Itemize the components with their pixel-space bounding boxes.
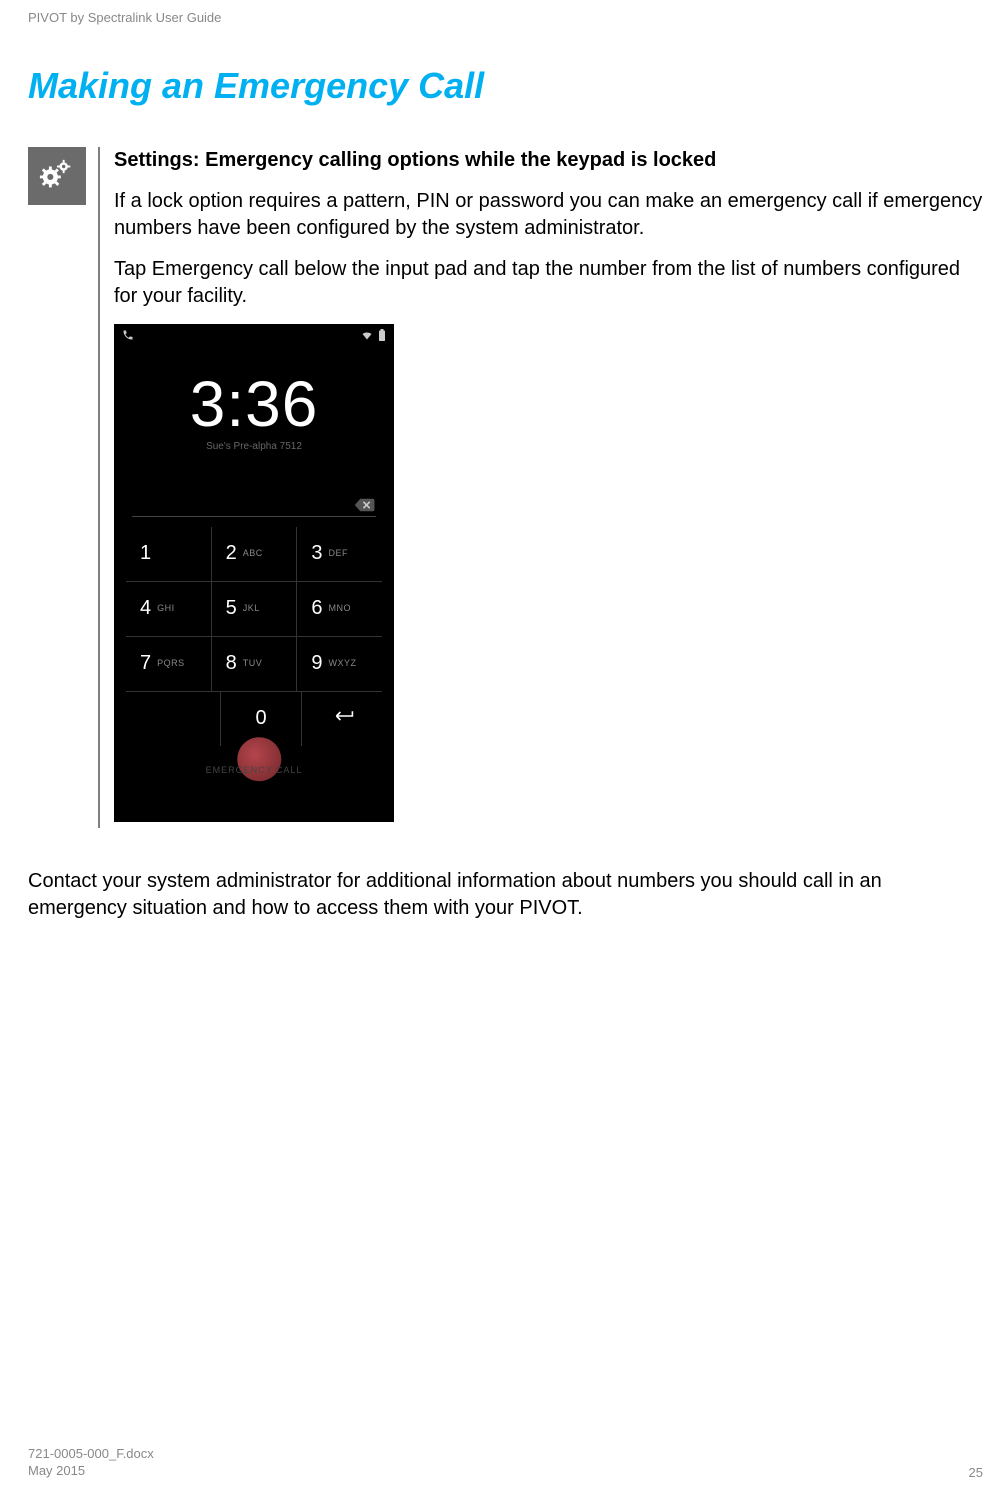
settings-callout: Settings: Emergency calling options whil… (28, 147, 983, 828)
footer-left: 721-0005-000_F.docx May 2015 (28, 1446, 154, 1480)
callout-body: Settings: Emergency calling options whil… (114, 147, 983, 828)
emergency-call-label: EMERGENCY CALL (206, 764, 303, 776)
keypad-key-2[interactable]: 2ABC (212, 527, 298, 581)
phone-handset-icon (122, 324, 134, 349)
clock-time: 3:36 (114, 372, 394, 436)
keypad-key-7[interactable]: 7PQRS (126, 637, 212, 691)
callout-paragraph-2: Tap Emergency call below the input pad a… (114, 256, 983, 310)
page-footer: 721-0005-000_F.docx May 2015 25 (28, 1446, 983, 1480)
pin-keypad: 1 2ABC 3DEF 4GHI 5JKL 6MNO 7PQRS 8TUV 9W… (126, 527, 382, 746)
device-label: Sue's Pre-alpha 7512 (114, 440, 394, 454)
keypad-key-blank (126, 692, 221, 746)
enter-icon (330, 705, 354, 732)
phone-status-bar (114, 324, 394, 346)
callout-divider (98, 147, 100, 828)
body-paragraph: Contact your system administrator for ad… (28, 868, 983, 922)
callout-heading: Settings: Emergency calling options whil… (114, 147, 983, 174)
keypad-key-5[interactable]: 5JKL (212, 582, 298, 636)
gear-icon (28, 147, 86, 205)
page: PIVOT by Spectralink User Guide Making a… (0, 0, 1003, 1496)
footer-date: May 2015 (28, 1463, 154, 1480)
keypad-key-9[interactable]: 9WXYZ (297, 637, 382, 691)
keypad-key-enter[interactable] (302, 692, 382, 746)
keypad-key-1[interactable]: 1 (126, 527, 212, 581)
keypad-key-3[interactable]: 3DEF (297, 527, 382, 581)
phone-screenshot: 3:36 Sue's Pre-alpha 7512 1 2ABC 3DEF (114, 324, 394, 822)
lock-screen-clock: 3:36 Sue's Pre-alpha 7512 (114, 346, 394, 454)
keypad-key-6[interactable]: 6MNO (297, 582, 382, 636)
pin-input-field[interactable] (132, 476, 376, 517)
backspace-icon[interactable] (354, 494, 376, 510)
keypad-key-4[interactable]: 4GHI (126, 582, 212, 636)
callout-paragraph-1: If a lock option requires a pattern, PIN… (114, 188, 983, 242)
wifi-icon (360, 324, 374, 349)
emergency-call-button[interactable]: EMERGENCY CALL (114, 746, 394, 796)
page-title: Making an Emergency Call (28, 65, 983, 107)
callout-icon-cell (28, 147, 98, 828)
keypad-key-8[interactable]: 8TUV (212, 637, 298, 691)
running-header: PIVOT by Spectralink User Guide (28, 10, 983, 25)
footer-filename: 721-0005-000_F.docx (28, 1446, 154, 1463)
battery-icon (378, 324, 386, 349)
page-number: 25 (969, 1465, 983, 1480)
